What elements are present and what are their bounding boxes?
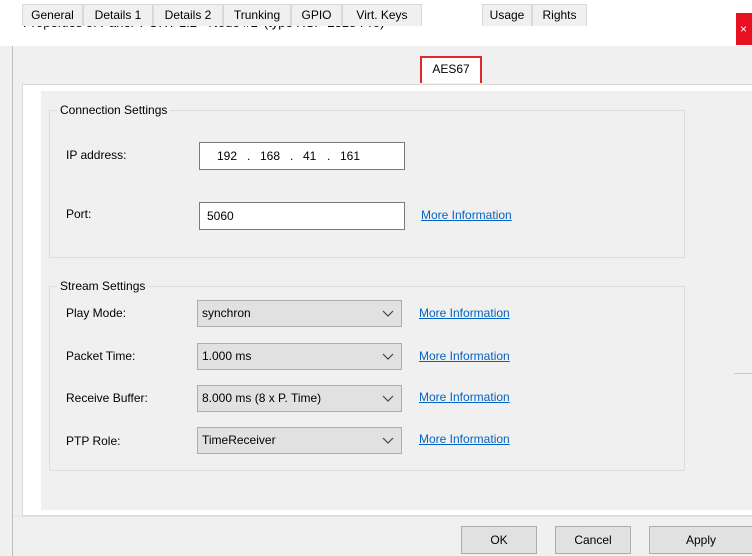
- ok-button[interactable]: OK: [461, 526, 537, 554]
- close-icon: ×: [740, 22, 748, 36]
- tab-rights[interactable]: Rights: [532, 4, 587, 26]
- port-more-information-link[interactable]: More Information: [421, 208, 512, 222]
- ip-dot: .: [290, 149, 294, 163]
- play-mode-select[interactable]: synchron: [197, 300, 402, 327]
- ptp-role-label: PTP Role:: [66, 434, 121, 448]
- ptp-role-value: TimeReceiver: [202, 433, 276, 447]
- tab-gpio[interactable]: GPIO: [291, 4, 342, 26]
- ip-address-field[interactable]: 192 . 168 . 41 . 161: [199, 142, 405, 170]
- receive-buffer-more-information-link[interactable]: More Information: [419, 390, 510, 404]
- chevron-down-icon: [382, 395, 394, 402]
- tab-details-2[interactable]: Details 2: [153, 4, 223, 26]
- chevron-down-icon: [382, 437, 394, 444]
- receive-buffer-value: 8.000 ms (8 x P. Time): [202, 391, 322, 405]
- connection-settings-group: [49, 110, 685, 258]
- packet-time-select[interactable]: 1.000 ms: [197, 343, 402, 370]
- tab-aes67[interactable]: AES67: [420, 56, 482, 83]
- packet-time-value: 1.000 ms: [202, 349, 252, 363]
- footer-divider: [13, 516, 752, 517]
- dialog-border: [12, 46, 13, 556]
- play-mode-value: synchron: [202, 306, 251, 320]
- ptp-role-more-information-link[interactable]: More Information: [419, 432, 510, 446]
- tab-virt-keys[interactable]: Virt. Keys: [342, 4, 422, 26]
- ip-octet-1: 192: [217, 149, 238, 163]
- receive-buffer-label: Receive Buffer:: [66, 391, 148, 405]
- play-mode-more-information-link[interactable]: More Information: [419, 306, 510, 320]
- ip-octet-3: 41: [303, 149, 317, 163]
- chevron-down-icon: [382, 353, 394, 360]
- stream-settings-label: Stream Settings: [57, 279, 149, 293]
- port-label: Port:: [66, 207, 92, 221]
- ptp-role-select[interactable]: TimeReceiver: [197, 427, 402, 454]
- ip-address-label: IP address:: [66, 148, 127, 162]
- play-mode-label: Play Mode:: [66, 306, 127, 320]
- packet-time-more-information-link[interactable]: More Information: [419, 349, 510, 363]
- ip-dot: .: [247, 149, 251, 163]
- tab-general[interactable]: General: [22, 4, 83, 26]
- ip-octet-4: 161: [340, 149, 361, 163]
- ip-dot: .: [327, 149, 331, 163]
- receive-buffer-select[interactable]: 8.000 ms (8 x P. Time): [197, 385, 402, 412]
- divider: [734, 373, 752, 374]
- close-button[interactable]: ×: [736, 13, 752, 45]
- tab-usage[interactable]: Usage: [482, 4, 532, 26]
- tab-trunking[interactable]: Trunking: [223, 4, 291, 26]
- ip-octet-2: 168: [260, 149, 281, 163]
- port-field[interactable]: 5060: [199, 202, 405, 230]
- cancel-button[interactable]: Cancel: [555, 526, 631, 554]
- packet-time-label: Packet Time:: [66, 349, 136, 363]
- chevron-down-icon: [382, 310, 394, 317]
- connection-settings-label: Connection Settings: [57, 103, 171, 117]
- apply-button[interactable]: Apply: [649, 526, 752, 554]
- tab-details-1[interactable]: Details 1: [83, 4, 153, 26]
